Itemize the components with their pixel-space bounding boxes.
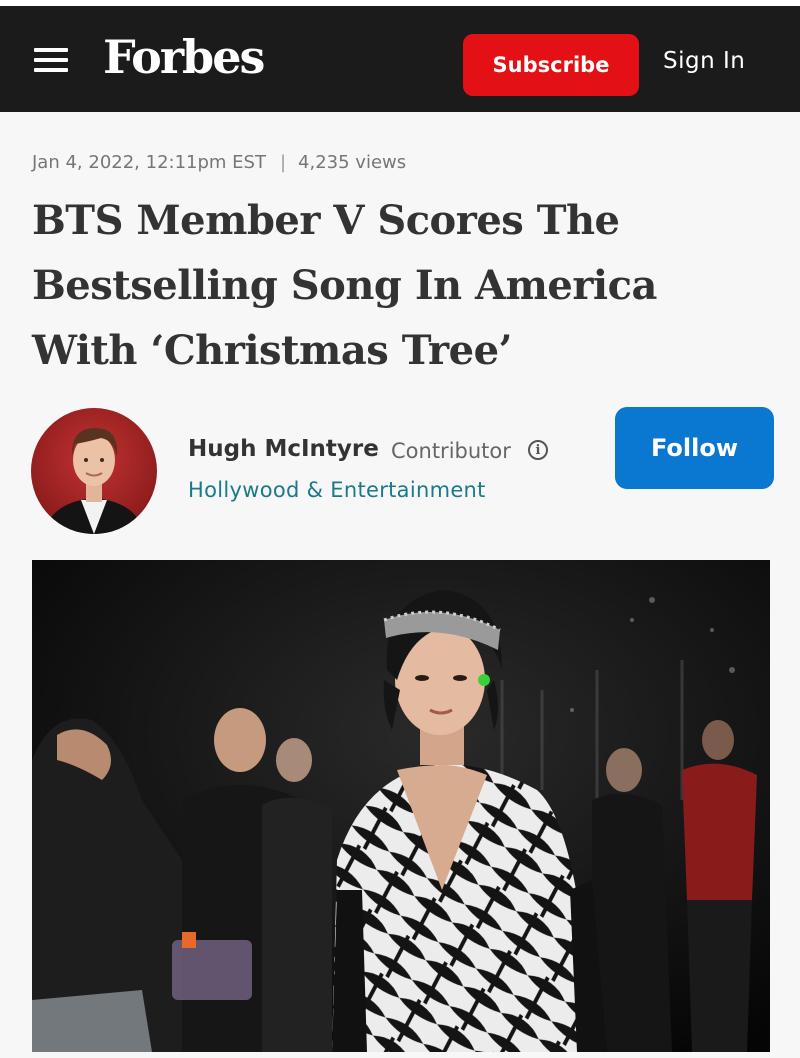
hamburger-menu-icon[interactable] [34,48,68,72]
info-circle-icon[interactable]: i [528,440,548,460]
author-role: Contributor [391,439,511,463]
article-headline: BTS Member V Scores The Bestselling Song… [32,197,657,374]
subscribe-button[interactable]: Subscribe [463,34,639,96]
article-meta: Jan 4, 2022, 12:11pm EST | 4,235 views [32,152,406,173]
section-link[interactable]: Hollywood & Entertainment [188,478,486,502]
hero-photo-illustration [32,560,770,1052]
view-count: 4,235 views [298,152,407,173]
sign-in-link[interactable]: Sign In [663,48,745,74]
author-avatar[interactable] [31,408,157,534]
article-hero-image [32,560,770,1052]
top-navigation-bar: Forbes Subscribe Sign In [0,0,800,112]
publish-date: Jan 4, 2022, 12:11pm EST [32,152,266,173]
author-name[interactable]: Hugh McIntyre [188,436,379,462]
author-portrait [43,428,145,534]
meta-separator: | [279,152,287,173]
follow-button[interactable]: Follow [615,407,774,489]
forbes-logo[interactable]: Forbes [103,30,265,84]
